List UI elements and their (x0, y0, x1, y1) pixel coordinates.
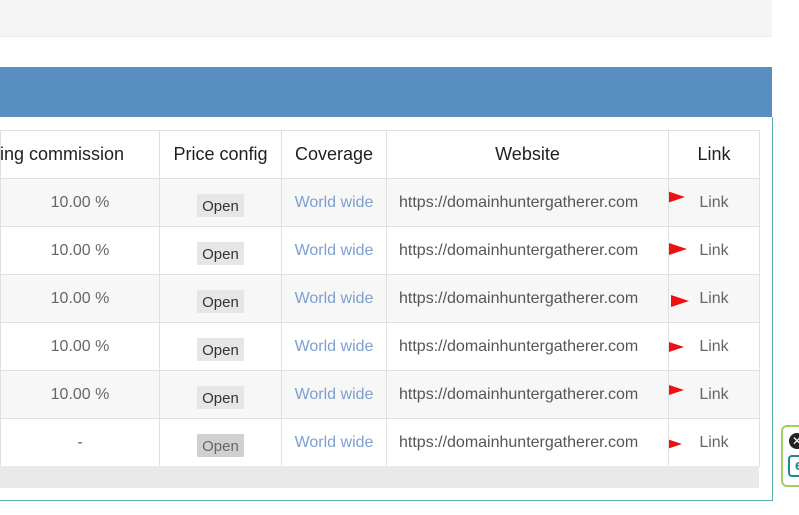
top-panel (0, 0, 772, 37)
extension-e-icon[interactable]: e (788, 455, 799, 477)
coverage-link[interactable]: World wide (281, 226, 387, 275)
website-cell: https://domainhuntergatherer.com (386, 274, 669, 323)
table-row: 10.00 % Open World wide https://domainhu… (0, 274, 760, 323)
website-cell: https://domainhuntergatherer.com (386, 178, 669, 227)
price-config-cell: Open (159, 370, 282, 419)
table-row: 10.00 % Open World wide https://domainhu… (0, 322, 760, 371)
panel-border-right (772, 117, 773, 501)
link-cell: Link (668, 370, 760, 419)
column-header-website[interactable]: Website (386, 130, 669, 179)
section-header-bar (0, 67, 772, 117)
link-text[interactable]: Link (699, 194, 728, 211)
website-cell: https://domainhuntergatherer.com (386, 418, 669, 467)
open-button[interactable]: Open (197, 434, 244, 457)
commission-cell: 10.00 % (0, 178, 160, 227)
table-row: 10.00 % Open World wide https://domainhu… (0, 370, 760, 419)
link-cell: Link (668, 322, 760, 371)
red-flag-icon (669, 243, 687, 255)
commission-cell: 10.00 % (0, 274, 160, 323)
red-flag-icon (669, 191, 685, 203)
open-button[interactable]: Open (197, 194, 244, 217)
link-cell: Link (668, 418, 760, 467)
link-text[interactable]: Link (699, 290, 728, 307)
website-cell: https://domainhuntergatherer.com (386, 322, 669, 371)
price-config-cell: Open (159, 418, 282, 467)
programs-table-wrapper: rring commission Price config Coverage W… (0, 130, 760, 467)
link-text[interactable]: Link (699, 434, 728, 451)
link-cell: Link (668, 274, 760, 323)
coverage-link[interactable]: World wide (281, 178, 387, 227)
link-cell: Link (668, 226, 760, 275)
table-row: 10.00 % Open World wide https://domainhu… (0, 178, 760, 227)
website-cell: https://domainhuntergatherer.com (386, 370, 669, 419)
column-header-commission[interactable]: rring commission (0, 130, 160, 179)
red-flag-icon (671, 295, 689, 307)
commission-cell: 10.00 % (0, 370, 160, 419)
floating-side-widget[interactable]: ✕ e (781, 425, 799, 487)
price-config-cell: Open (159, 274, 282, 323)
open-button[interactable]: Open (197, 338, 244, 361)
commission-cell: 10.00 % (0, 226, 160, 275)
red-flag-icon (669, 438, 682, 450)
table-footer-bar (0, 466, 759, 488)
table-row: 10.00 % Open World wide https://domainhu… (0, 226, 760, 275)
coverage-link[interactable]: World wide (281, 418, 387, 467)
column-header-coverage[interactable]: Coverage (281, 130, 387, 179)
open-button[interactable]: Open (197, 242, 244, 265)
close-icon[interactable]: ✕ (789, 433, 799, 449)
table-row: - Open World wide https://domainhunterga… (0, 418, 760, 467)
coverage-link[interactable]: World wide (281, 274, 387, 323)
programs-table: rring commission Price config Coverage W… (0, 130, 760, 467)
link-text[interactable]: Link (699, 338, 728, 355)
panel-border-bottom (0, 500, 773, 501)
open-button[interactable]: Open (197, 386, 244, 409)
website-cell: https://domainhuntergatherer.com (386, 226, 669, 275)
coverage-link[interactable]: World wide (281, 322, 387, 371)
price-config-cell: Open (159, 178, 282, 227)
commission-cell: 10.00 % (0, 322, 160, 371)
red-flag-icon (669, 341, 684, 353)
commission-cell: - (0, 418, 160, 467)
coverage-link[interactable]: World wide (281, 370, 387, 419)
price-config-cell: Open (159, 226, 282, 275)
column-header-price-config[interactable]: Price config (159, 130, 282, 179)
link-text[interactable]: Link (699, 242, 728, 259)
column-header-link[interactable]: Link (668, 130, 760, 179)
link-text[interactable]: Link (699, 386, 728, 403)
table-header-row: rring commission Price config Coverage W… (0, 130, 760, 179)
red-flag-icon (669, 384, 684, 396)
open-button[interactable]: Open (197, 290, 244, 313)
price-config-cell: Open (159, 322, 282, 371)
link-cell: Link (668, 178, 760, 227)
